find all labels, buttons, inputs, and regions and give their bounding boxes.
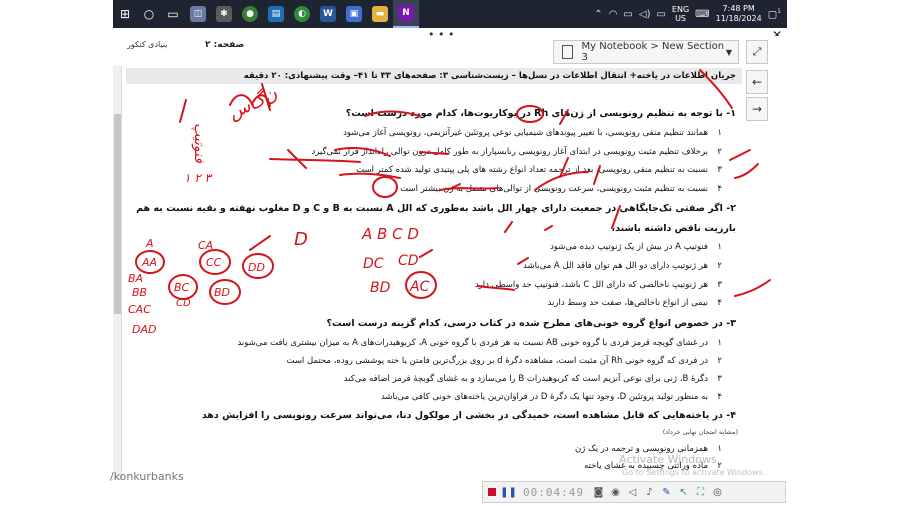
app-icon: ▤ [268, 6, 284, 22]
stop-icon[interactable] [483, 482, 500, 502]
task-view-button[interactable]: ▭ [161, 0, 185, 28]
question-4: ۴- در یاخته‌هایی که قابل مشاهده است، خمی… [201, 410, 736, 421]
start-button[interactable]: ⊞ [113, 0, 137, 28]
clock[interactable]: 7:48 PM 11/18/2024 [716, 4, 762, 24]
taskbar-app-5[interactable]: ◐ [289, 0, 315, 28]
left-margin [0, 0, 113, 506]
taskbar-app-onenote[interactable]: N [393, 0, 419, 28]
q3-option-3: ۳دگرهٔ B، ژنی برای نوعی آنزیم است که کرب… [343, 374, 722, 384]
page-number-label: صفحه: ۲ [205, 40, 245, 50]
q1-option-4: ۴نسبت به تنظیم مثبت رونویسی، سرعت رونویس… [400, 184, 722, 194]
language-indicator[interactable]: ENG US [672, 5, 689, 23]
exam-note: (مشابه امتحان نهایی خرداد) [662, 428, 738, 436]
notebook-icon [562, 45, 574, 59]
onenote-icon: N [398, 5, 414, 21]
fullscreen-icon[interactable]: ⛶ [692, 482, 709, 502]
back-arrow-icon[interactable]: ← [746, 70, 768, 94]
taskbar-app-2[interactable]: ✱ [211, 0, 237, 28]
webcam-icon[interactable]: ◉ [607, 482, 624, 502]
app-icon: ◐ [294, 6, 310, 22]
publisher-logo: بنیادی کنکور [127, 40, 168, 49]
question-2-continued: بارزیت ناقص داشته باشند، [611, 223, 737, 234]
wifi-icon[interactable]: ◠ [609, 9, 618, 20]
taskbar-app-word[interactable]: W [315, 0, 341, 28]
q1-option-3: ۳نسبت به تنظیم منفی رونویسی، بعد از ترجم… [356, 165, 722, 175]
taskbar-app-chrome[interactable]: ● [237, 0, 263, 28]
lang-bottom: US [675, 14, 687, 23]
battery-icon[interactable]: ▭ [656, 9, 665, 20]
folder-icon: ▬ [372, 6, 388, 22]
network-icon[interactable]: ▭ [623, 9, 632, 20]
q1-option-2: ۲برخلاف تنظیم مثبت رونویسی در ابتدای آغا… [311, 147, 722, 157]
screen-recorder-toolbar: ❚❚ 00:04:49 ◙ ◉ ◁ ♪ ✎ ↖ ⛶ ◎ [482, 481, 786, 503]
system-tray: ⌃ ◠ ▭ ◁) ▭ ENG US ⌨ 7:48 PM 11/18/2024 ▢… [594, 4, 787, 24]
keyboard-icon[interactable]: ⌨ [695, 9, 709, 20]
document-title: جریان اطلاعات در یاخته+ انتقال اطلاعات د… [126, 68, 742, 84]
q1-option-1: ۱همانند تنظیم منفی رونویسی، با تغییر پیو… [343, 128, 722, 138]
windows-icon: ⊞ [119, 7, 131, 21]
clock-time: 7:48 PM [722, 4, 755, 13]
q2-option-3: ۳هر ژنوتیپ ناخالصی که دارای الل C باشد، … [474, 280, 722, 290]
pen-icon[interactable]: ✎ [658, 482, 675, 502]
q2-option-2: ۲هر ژنوتیپ دارای دو الل هم توان فاقد الل… [523, 261, 722, 271]
taskbar-app-explorer[interactable]: ▬ [367, 0, 393, 28]
task-view-icon: ▭ [167, 7, 179, 21]
search-icon: ○ [143, 7, 155, 21]
search-button[interactable]: ○ [137, 0, 161, 28]
expand-icon[interactable]: ⤢ [746, 40, 768, 64]
cursor-icon[interactable]: ↖ [675, 482, 692, 502]
forward-arrow-icon[interactable]: → [746, 97, 768, 121]
windows-taskbar: ⊞ ○ ▭ ◫ ✱ ● ▤ ◐ W ▣ ▬ N ⌃ ◠ ▭ ◁) ▭ ENG U… [113, 0, 787, 28]
eye-icon[interactable]: ◎ [709, 482, 726, 502]
q3-option-1: ۱در غشای گویچه قرمز فردی با گروه خونی AB… [237, 338, 722, 348]
notification-count: 1 [777, 7, 781, 15]
app-icon: ◫ [190, 6, 206, 22]
notebook-breadcrumb-label: My Notebook > New Section 3 [581, 41, 725, 63]
camera-icon[interactable]: ◙ [590, 482, 607, 502]
right-margin [787, 0, 900, 506]
notification-icon[interactable]: ▢1 [768, 8, 781, 20]
pause-icon[interactable]: ❚❚ [500, 482, 517, 502]
q3-option-4: ۴به منظور تولید پروتئین D، وجود تنها یک … [380, 392, 722, 402]
channel-watermark: /konkurbanks [110, 470, 184, 483]
activate-windows-subtext: Go to Settings to activate Windows. [622, 468, 766, 477]
taskbar-app-7[interactable]: ▣ [341, 0, 367, 28]
question-3: ۳- در خصوص انواع گروه خونی‌های مطرح شده … [326, 318, 736, 329]
word-icon: W [320, 6, 336, 22]
app-icon: ✱ [216, 6, 232, 22]
scrollbar-thumb[interactable] [114, 114, 121, 314]
question-2: ۲- اگر صفتی تک‌جایگاهی در جمعیت دارای چه… [136, 203, 736, 214]
chevron-up-icon[interactable]: ⌃ [594, 9, 602, 20]
q2-option-1: ۱فنوتیپ A در بیش از یک ژنوتیپ دیده می‌شو… [550, 242, 722, 252]
activate-windows-text: Activate Windows [619, 453, 717, 466]
clock-date: 11/18/2024 [715, 14, 762, 23]
question-1: ۱- با توجه به تنظیم رونویسی از ژن‌های Rh… [345, 108, 736, 119]
taskbar-app-4[interactable]: ▤ [263, 0, 289, 28]
app-icon: ▣ [346, 6, 362, 22]
q2-option-4: ۴نیمی از انواع ناخالص‌ها، صفت حد وسط دار… [547, 298, 722, 308]
notebook-breadcrumb[interactable]: My Notebook > New Section 3 ▼ [553, 40, 739, 64]
taskbar-app-1[interactable]: ◫ [185, 0, 211, 28]
speaker-icon[interactable]: ◁ [624, 482, 641, 502]
vertical-scrollbar[interactable] [113, 66, 122, 480]
volume-icon[interactable]: ◁) [639, 9, 651, 20]
recording-timer: 00:04:49 [523, 485, 584, 499]
lang-top: ENG [671, 5, 690, 14]
chrome-icon: ● [242, 6, 258, 22]
q3-option-2: ۲در فردی که گروه خونی Rh آن مثبت است، مش… [286, 356, 722, 366]
chevron-down-icon[interactable]: ▼ [726, 48, 732, 57]
microphone-icon[interactable]: ♪ [641, 482, 658, 502]
document-page: جریان اطلاعات در یاخته+ انتقال اطلاعات د… [124, 66, 742, 506]
